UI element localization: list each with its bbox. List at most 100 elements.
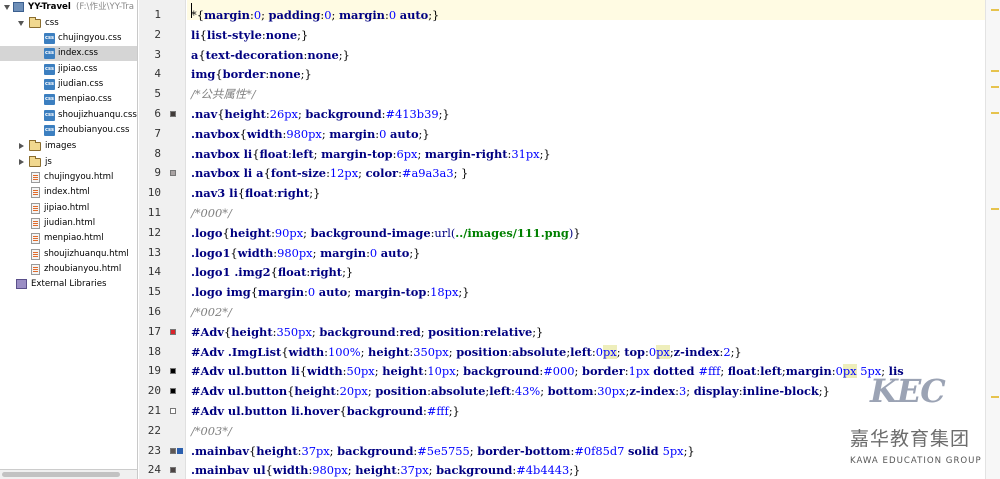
code-line[interactable]: .navbox li{float:left; margin-top:6px; m… (191, 144, 551, 164)
code-token: .logo1 (191, 245, 231, 260)
tree-file-item[interactable]: jipiao.html (0, 201, 137, 216)
expand-arrow-icon[interactable] (18, 21, 24, 26)
code-token: z-index (673, 344, 720, 359)
color-preview-icon (170, 447, 176, 454)
folder-icon (29, 156, 41, 167)
code-line[interactable]: .mainbav ul{width:980px; height:37px; ba… (191, 460, 580, 479)
code-line[interactable]: .nav3 li{float:right;} (191, 183, 320, 203)
code-token: none (307, 47, 339, 62)
code-token: ; (720, 364, 728, 379)
code-token: ; (347, 285, 355, 300)
code-token: margin-right (424, 146, 508, 161)
code-line[interactable]: .logo1{width:980px; margin:0 auto;} (191, 243, 420, 263)
code-line[interactable]: #Adv .ImgList{width:100%; height:350px; … (191, 342, 742, 362)
code-line[interactable]: a{text-decoration:none;} (191, 45, 350, 65)
code-token: background (436, 463, 513, 478)
code-line[interactable]: #Adv ul.button{height:20px; position:abs… (191, 381, 830, 401)
code-token: auto (399, 8, 429, 22)
code-token: { (270, 265, 278, 280)
scrollbar-thumb[interactable] (2, 472, 120, 477)
code-token: auto (380, 245, 410, 260)
code-token: #Adv ul.button (191, 384, 288, 399)
error-stripe-bar[interactable] (985, 0, 1000, 479)
code-token: { (339, 404, 347, 418)
tree-external-libraries[interactable]: External Libraries (0, 277, 137, 292)
code-token: .nav3 li (191, 186, 238, 201)
code-token: 2 (723, 344, 731, 359)
code-token: #413b39 (385, 107, 439, 121)
tree-file-item[interactable]: css chujingyou.css (0, 31, 137, 46)
warning-marker[interactable] (991, 9, 999, 11)
code-line[interactable]: /*002*/ (191, 302, 232, 322)
code-line[interactable]: #Adv ul.button li.hover{background:#fff;… (191, 401, 460, 421)
code-line[interactable]: img{border:none;} (191, 64, 312, 84)
code-token: ;} (338, 47, 350, 62)
code-line[interactable]: /*公共属性*/ (191, 84, 256, 104)
collapse-arrow-icon[interactable] (19, 143, 24, 149)
tree-file-item[interactable]: css shoujizhuanqu.css (0, 108, 137, 123)
code-line[interactable]: .logo1 .img2{float:right;} (191, 262, 353, 282)
tree-file-item[interactable]: zhoubianyou.html (0, 262, 137, 277)
tree-folder-css[interactable]: css (0, 16, 137, 31)
code-token: float (259, 146, 289, 161)
code-line[interactable]: .logo{height:90px; background-image:url(… (191, 223, 581, 243)
code-line[interactable]: .navbox{width:980px; margin:0 auto;} (191, 124, 430, 144)
code-token: position (456, 344, 508, 359)
warning-marker[interactable] (991, 70, 999, 72)
line-number: 12 (147, 225, 161, 239)
code-line[interactable]: .logo img{margin:0 auto; margin-top:18px… (191, 282, 469, 302)
tree-file-item[interactable]: css index.css (0, 46, 137, 62)
tree-root-project[interactable]: YY-Travel (F:\作业\YY-Tra (0, 0, 137, 15)
tree-file-item[interactable]: chujingyou.html (0, 170, 137, 185)
code-token: ;} (458, 285, 470, 300)
warning-marker[interactable] (991, 396, 999, 398)
code-token: ; } (453, 166, 469, 181)
expand-arrow-icon[interactable] (4, 5, 10, 10)
file-label: jiudian.css (58, 78, 104, 89)
code-token: 43% (514, 384, 541, 399)
folder-label: css (45, 18, 59, 28)
tree-file-item[interactable]: css jiudian.css (0, 77, 137, 92)
code-editor[interactable]: *{margin:0; padding:0; margin:0 auto;} li… (187, 0, 985, 479)
code-line[interactable]: /*003*/ (191, 421, 232, 441)
warning-marker[interactable] (991, 86, 999, 88)
tree-file-item[interactable]: css menpiao.css (0, 92, 137, 107)
file-label: menpiao.html (44, 233, 104, 244)
warning-marker[interactable] (991, 208, 999, 210)
code-line[interactable]: #Adv{height:350px; background:red; posit… (191, 322, 543, 342)
code-token: height (224, 107, 266, 121)
code-line[interactable]: li{list-style:none;} (191, 25, 308, 45)
tree-file-item[interactable]: menpiao.html (0, 231, 137, 246)
code-token: height (294, 384, 336, 399)
css-file-icon: css (44, 78, 55, 90)
code-token: ;} (342, 265, 354, 280)
warning-marker[interactable] (991, 112, 999, 114)
line-number: 8 (154, 146, 161, 160)
line-number: 5 (154, 87, 161, 101)
tree-file-item[interactable]: css jipiao.css (0, 62, 137, 77)
tree-file-item[interactable]: css zhoubianyou.css (0, 123, 137, 138)
file-label: zhoubianyou.html (44, 263, 122, 274)
code-line[interactable]: .navbox li a{font-size:12px; color:#a9a3… (191, 163, 468, 183)
collapse-arrow-icon[interactable] (19, 159, 24, 165)
code-line[interactable]: .nav{height:26px; background:#413b39;} (191, 104, 450, 124)
html-file-icon (31, 263, 40, 275)
code-line[interactable]: *{margin:0; padding:0; margin:0 auto;} (191, 5, 439, 25)
code-token: 0 (253, 8, 262, 22)
tree-horizontal-scrollbar[interactable] (0, 469, 137, 479)
code-line[interactable]: .mainbav{height:37px; background:#5e5755… (191, 441, 695, 461)
tree-folder-images[interactable]: images (0, 139, 137, 154)
tree-file-item[interactable]: index.html (0, 185, 137, 200)
code-token: absolute (511, 344, 567, 359)
code-token: width (288, 344, 325, 359)
code-token: .mainbav ul (191, 463, 266, 478)
tree-file-item[interactable]: shoujizhuanqu.html (0, 247, 137, 262)
code-token: ; (417, 146, 425, 161)
tree-file-item[interactable]: jiudian.html (0, 216, 137, 231)
code-line[interactable]: /*000*/ (191, 203, 232, 223)
code-token: 980px (312, 463, 348, 478)
code-token: .logo (191, 225, 223, 240)
code-line[interactable]: #Adv ul.button li{width:50px; height:10p… (191, 361, 904, 381)
tree-folder-js[interactable]: js (0, 155, 137, 170)
css-file-icon: css (44, 94, 55, 106)
